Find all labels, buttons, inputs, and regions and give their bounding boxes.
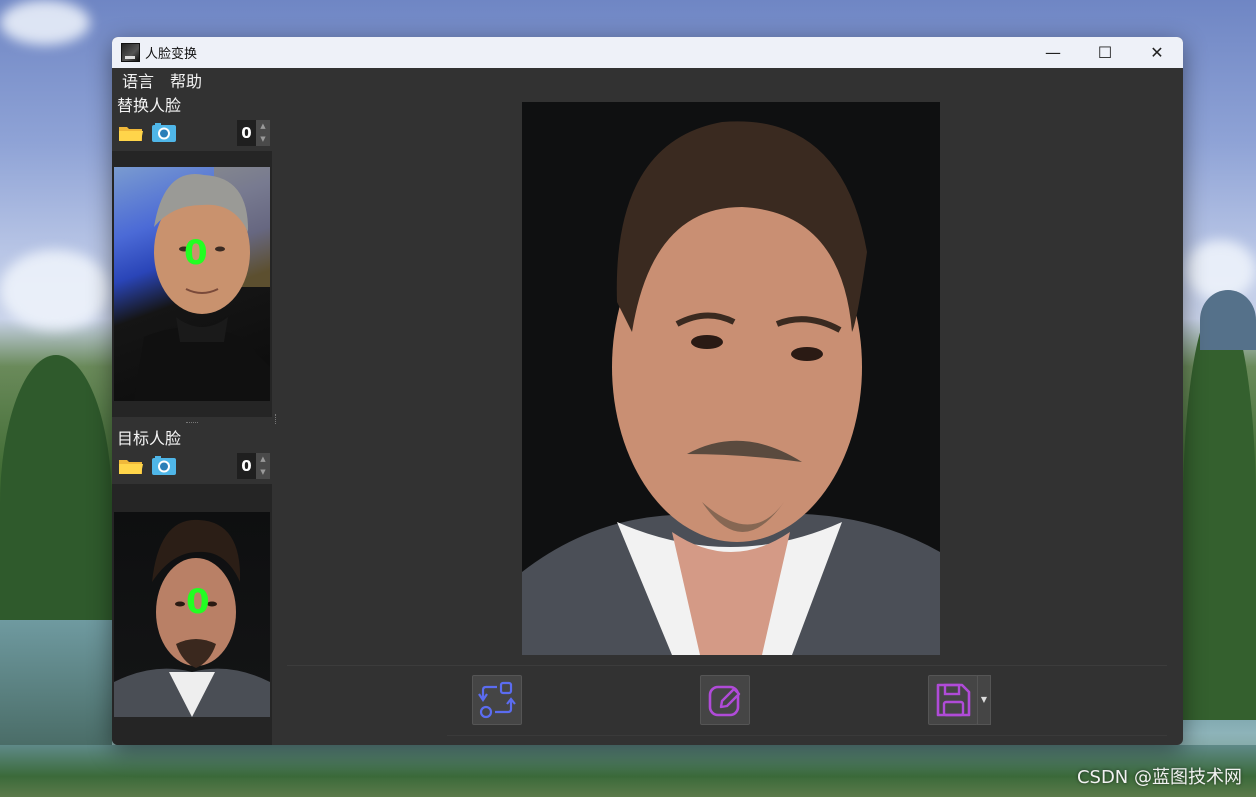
camera-icon[interactable] bbox=[151, 455, 177, 476]
swap-face-portrait bbox=[134, 167, 270, 401]
target-face-index-spinbox[interactable]: 0 ▲ ▼ bbox=[237, 453, 270, 479]
close-button[interactable]: ✕ bbox=[1131, 37, 1183, 68]
title-bar: 人脸变换 — ☐ ✕ bbox=[112, 37, 1183, 68]
menu-bar: 语言 帮助 bbox=[112, 68, 1183, 92]
result-portrait bbox=[522, 121, 940, 655]
result-preview-image bbox=[522, 102, 940, 655]
spin-up-icon[interactable]: ▲ bbox=[256, 120, 270, 133]
swap-face-frame[interactable]: 0 bbox=[112, 151, 272, 417]
target-face-toolbar: 0 ▲ ▼ bbox=[118, 452, 270, 479]
save-options-dropdown[interactable]: ▼ bbox=[977, 675, 991, 725]
spin-up-icon[interactable]: ▲ bbox=[256, 453, 270, 466]
minimize-button[interactable]: — bbox=[1027, 37, 1079, 68]
target-face-title: 目标人脸 bbox=[117, 429, 182, 448]
watermark: CSDN @蓝图技术网 bbox=[1076, 767, 1242, 788]
swap-face-image bbox=[114, 167, 270, 401]
app-window: 人脸变换 — ☐ ✕ 语言 帮助 替换人脸 0 ▲ ▼ 0 目标人脸 0 ▲ ▼… bbox=[112, 37, 1183, 745]
edit-icon bbox=[708, 685, 741, 717]
save-icon bbox=[936, 683, 971, 717]
swap-face-index-spinbox[interactable]: 0 ▲ ▼ bbox=[237, 120, 270, 146]
target-face-index-value[interactable]: 0 bbox=[237, 453, 256, 479]
menu-language[interactable]: 语言 bbox=[122, 68, 154, 92]
swap-face-title: 替换人脸 bbox=[117, 96, 182, 115]
window-title: 人脸变换 bbox=[145, 47, 198, 62]
bottom-divider bbox=[287, 665, 1167, 666]
target-face-frame[interactable]: 0 bbox=[112, 484, 272, 745]
swap-face-index-value[interactable]: 0 bbox=[237, 120, 256, 146]
swap-face-toolbar: 0 ▲ ▼ bbox=[118, 119, 270, 146]
panel-splitter-handle[interactable] bbox=[186, 422, 198, 425]
target-face-number-label: 0 bbox=[186, 582, 210, 622]
save-button[interactable] bbox=[928, 675, 978, 725]
spin-down-icon[interactable]: ▼ bbox=[256, 133, 270, 146]
menu-help[interactable]: 帮助 bbox=[170, 68, 202, 92]
maximize-button[interactable]: ☐ bbox=[1079, 37, 1131, 68]
swap-icon bbox=[478, 681, 516, 719]
camera-icon[interactable] bbox=[151, 122, 177, 143]
swap-face-number-label: 0 bbox=[184, 233, 208, 273]
vertical-splitter-handle[interactable] bbox=[275, 414, 278, 424]
folder-icon[interactable] bbox=[118, 123, 144, 143]
swap-faces-button[interactable] bbox=[472, 675, 522, 725]
left-panel: 替换人脸 0 ▲ ▼ 0 目标人脸 0 ▲ ▼ 0 bbox=[112, 92, 276, 745]
spin-down-icon[interactable]: ▼ bbox=[256, 466, 270, 479]
app-icon bbox=[121, 43, 140, 62]
bottom-divider bbox=[447, 735, 1167, 736]
folder-icon[interactable] bbox=[118, 456, 144, 476]
edit-button[interactable] bbox=[700, 675, 750, 725]
